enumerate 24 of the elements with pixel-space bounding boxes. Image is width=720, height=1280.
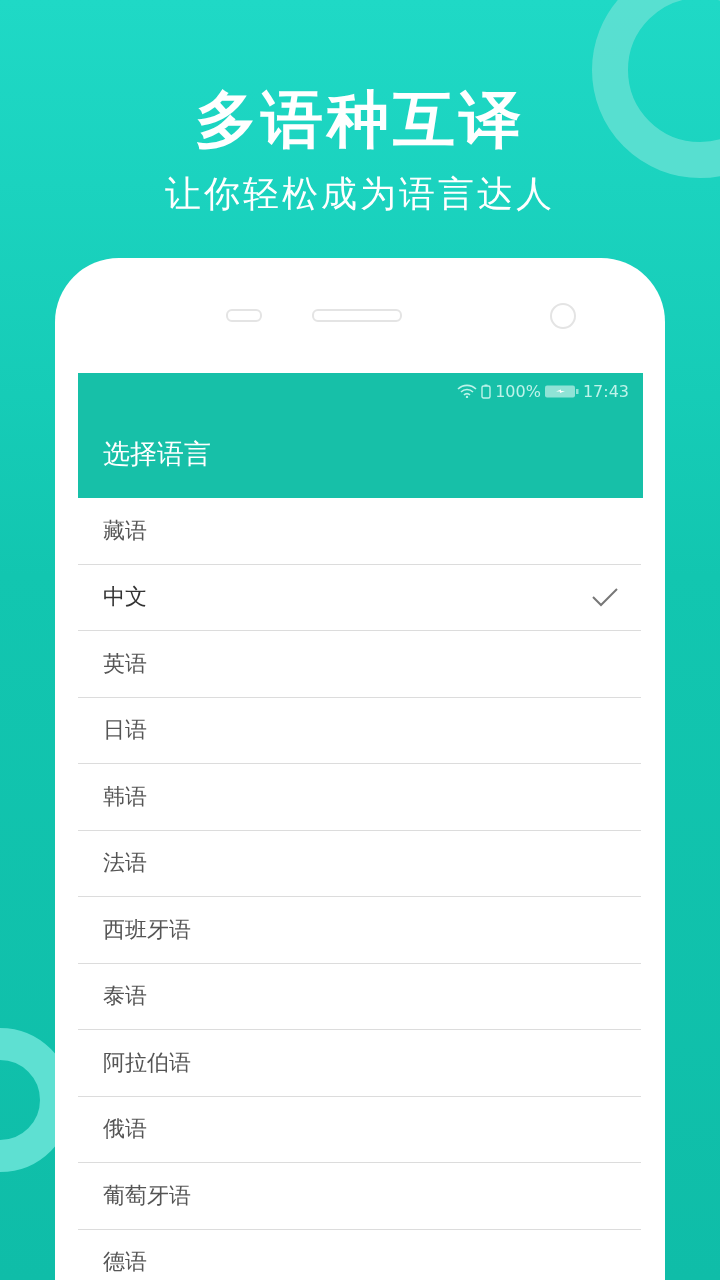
subheadline: 让你轻松成为语言达人 (165, 172, 555, 216)
language-item[interactable]: 西班牙语 (78, 897, 641, 964)
wifi-icon (457, 384, 478, 398)
app-bar-title: 选择语言 (103, 436, 211, 471)
language-item[interactable]: 藏语 (78, 498, 641, 565)
language-item[interactable]: 日语 (78, 697, 641, 764)
clock-time: 17:43 (582, 381, 629, 401)
language-item[interactable]: 俄语 (78, 1096, 641, 1163)
language-item[interactable]: 法语 (78, 830, 641, 897)
battery-charging-icon (544, 384, 579, 398)
language-item[interactable]: 阿拉伯语 (78, 1030, 641, 1097)
language-item[interactable]: 葡萄牙语 (78, 1163, 641, 1230)
sensor-icon (226, 309, 262, 322)
language-item[interactable]: 泰语 (78, 963, 641, 1030)
language-item[interactable]: 韩语 (78, 764, 641, 831)
battery-percentage: 100% (495, 381, 541, 401)
speaker-icon (312, 309, 402, 322)
battery-saver-icon (481, 383, 492, 399)
headline: 多语种互译 (195, 82, 525, 158)
language-item[interactable]: 德语 (78, 1229, 641, 1280)
camera-icon (550, 302, 576, 329)
language-item[interactable]: 中文 (78, 564, 641, 631)
checkmark-icon (591, 587, 619, 608)
language-item[interactable]: 英语 (78, 631, 641, 698)
